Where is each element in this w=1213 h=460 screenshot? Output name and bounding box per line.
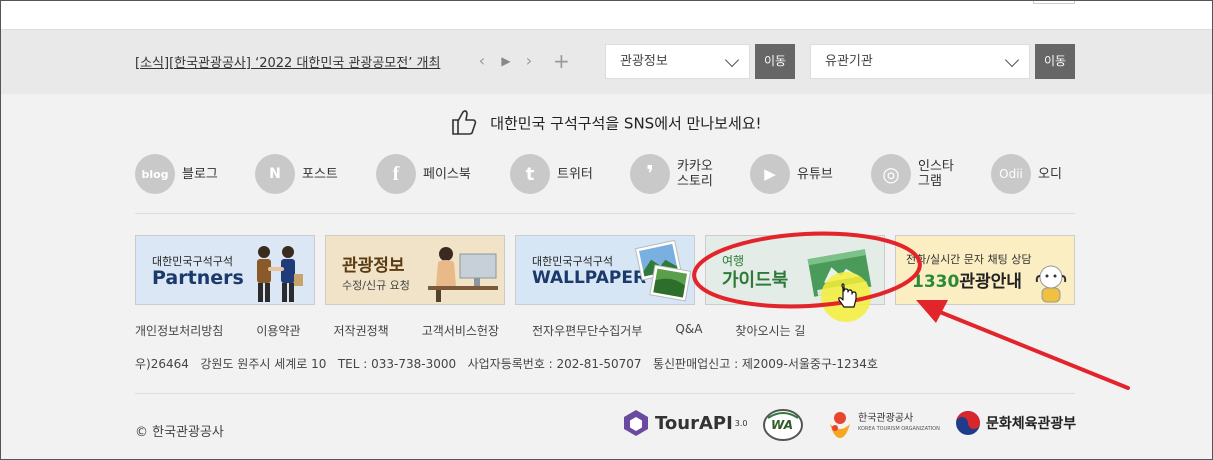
- facebook-icon: f: [376, 154, 416, 194]
- sns-item-label: 포스트: [302, 166, 338, 182]
- banner-tour-info-request[interactable]: 관광정보 수정/신규 요청: [325, 235, 505, 305]
- sns-item-odii[interactable]: Odii 오디: [991, 154, 1062, 194]
- banner-call-line2: 1330관광안내: [912, 267, 1022, 292]
- news-more-button[interactable]: +: [553, 51, 570, 71]
- banner-call-number: 1330: [912, 272, 960, 292]
- chevron-down-icon: [1004, 52, 1020, 68]
- news-prev-button[interactable]: ‹: [474, 51, 490, 71]
- sns-item-kakaostory[interactable]: ❜ 카카오 스토리: [630, 154, 713, 194]
- footer-address: 우)26464 강원도 원주시 세계로 10 TEL : 033-738-300…: [135, 357, 878, 371]
- footer-link-terms[interactable]: 이용약관: [256, 322, 300, 339]
- sns-item-facebook[interactable]: f 페이스북: [376, 154, 471, 194]
- divider: [135, 213, 1075, 214]
- tour-info-go-button[interactable]: 이동: [755, 44, 795, 79]
- kto-logo-text: 한국관광공사 KOREA TOURISM ORGANIZATION: [858, 413, 940, 435]
- news-headline-link[interactable]: [소식][한국관광공사] ‘2022 대한민국 관광공모전’ 개최: [135, 52, 440, 71]
- top-tab-fragment: [1033, 0, 1075, 4]
- kakaostory-icon: ❜: [630, 154, 670, 194]
- mascot-illustration: [1035, 265, 1067, 303]
- banner-wallpaper-line2: WALLPAPER: [532, 268, 647, 288]
- related-agency-go-button[interactable]: 이동: [1035, 44, 1075, 79]
- news-next-button[interactable]: ›: [521, 51, 537, 71]
- sns-item-post[interactable]: N 포스트: [255, 154, 338, 194]
- kto-emblem-icon: [830, 412, 850, 438]
- footer-link-copyright-policy[interactable]: 저작권정책: [334, 322, 389, 339]
- instagram-icon: ◎: [871, 154, 911, 194]
- sns-item-youtube[interactable]: ▶ 유튜브: [750, 154, 833, 194]
- footer-link-directions[interactable]: 찾아오시는 길: [735, 322, 805, 339]
- sns-item-label: 인스타 그램: [918, 159, 954, 189]
- related-agency-select[interactable]: 유관기관: [810, 44, 1030, 79]
- banner-partners[interactable]: 대한민국구석구석 Partners: [135, 235, 315, 305]
- banner-tourinfo-line1: 관광정보: [342, 256, 405, 276]
- wallpaper-photos-illustration: [634, 239, 692, 302]
- kto-logo-en: KOREA TOURISM ORGANIZATION: [858, 426, 940, 432]
- taegeuk-icon: [956, 411, 980, 435]
- sns-item-label: 페이스북: [423, 166, 471, 182]
- banner-guidebook-line2: 가이드북: [722, 270, 789, 291]
- sns-heading-text: 대한민국 구석구석을 SNS에서 만나보세요!: [490, 114, 762, 133]
- tourapi-version: 3.0: [734, 418, 748, 428]
- wa-badge-text: WA: [771, 418, 794, 432]
- twitter-icon: t: [510, 154, 550, 194]
- ministry-logo-text: 문화체육관광부: [986, 416, 1077, 432]
- tourapi-hexagon-icon: [624, 410, 648, 436]
- odii-icon: Odii: [991, 154, 1031, 194]
- page-top-area: [0, 0, 1213, 30]
- tourapi-logo[interactable]: TourAPI 3.0: [622, 408, 748, 438]
- news-play-button[interactable]: ▶: [498, 51, 514, 71]
- youtube-icon: ▶: [750, 154, 790, 194]
- kto-logo[interactable]: 한국관광공사 KOREA TOURISM ORGANIZATION: [826, 408, 940, 440]
- banner-wallpaper-line1: 대한민국구석구석: [532, 255, 613, 268]
- chevron-down-icon: [724, 52, 740, 68]
- woman-at-desk-illustration: [428, 247, 498, 302]
- sns-item-label: 카카오 스토리: [677, 159, 713, 189]
- banner-call-text: 관광안내: [959, 272, 1022, 292]
- banner-tourinfo-line2: 수정/신규 요청: [342, 279, 410, 292]
- ministry-logo[interactable]: 문화체육관광부: [955, 410, 1076, 436]
- related-agency-select-value: 유관기관: [825, 54, 873, 69]
- sns-item-instagram[interactable]: ◎ 인스타 그램: [871, 154, 954, 194]
- sns-item-blog[interactable]: blog 블로그: [135, 154, 218, 194]
- sns-item-label: 오디: [1038, 166, 1062, 182]
- footer-link-service-charter[interactable]: 고객서비스헌장: [422, 322, 499, 339]
- tour-info-select-value: 관광정보: [620, 54, 668, 69]
- banner-partners-line2: Partners: [152, 267, 244, 289]
- footer-copyright: © 한국관광공사: [135, 425, 224, 440]
- footer-link-email-refusal[interactable]: 전자우편무단수집거부: [532, 322, 642, 339]
- post-icon: N: [255, 154, 295, 194]
- sns-heading: 대한민국 구석구석을 SNS에서 만나보세요!: [0, 108, 1213, 140]
- guidebook-books-illustration: [807, 249, 872, 297]
- web-accessibility-mark[interactable]: WA: [762, 408, 804, 442]
- tourapi-logo-text: TourAPI: [655, 412, 733, 434]
- kto-logo-kr: 한국관광공사: [858, 413, 914, 424]
- handshake-illustration: [257, 246, 303, 302]
- tour-info-select[interactable]: 관광정보: [605, 44, 750, 79]
- annotation-arrow: [916, 300, 1130, 390]
- divider: [135, 393, 1075, 394]
- footer-link-qna[interactable]: Q&A: [675, 322, 702, 339]
- banner-1330-tour-guide[interactable]: 전화/실시간 문자 채팅 상담 1330관광안내: [895, 235, 1075, 305]
- footer-link-privacy[interactable]: 개인정보처리방침: [135, 322, 223, 339]
- banner-travel-guidebook[interactable]: 여행 가이드북: [705, 235, 885, 305]
- sns-item-label: 유튜브: [797, 166, 833, 182]
- thumbs-up-icon: [451, 108, 477, 140]
- banner-wallpaper[interactable]: 대한민국구석구석 WALLPAPER: [515, 235, 695, 305]
- blog-icon: blog: [135, 154, 175, 194]
- sns-item-twitter[interactable]: t 트위터: [510, 154, 593, 194]
- footer-links: 개인정보처리방침 이용약관 저작권정책 고객서비스헌장 전자우편무단수집거부 Q…: [135, 322, 838, 339]
- sns-item-label: 블로그: [182, 166, 218, 182]
- sns-item-label: 트위터: [557, 166, 593, 182]
- banner-call-line1: 전화/실시간 문자 채팅 상담: [906, 253, 1032, 266]
